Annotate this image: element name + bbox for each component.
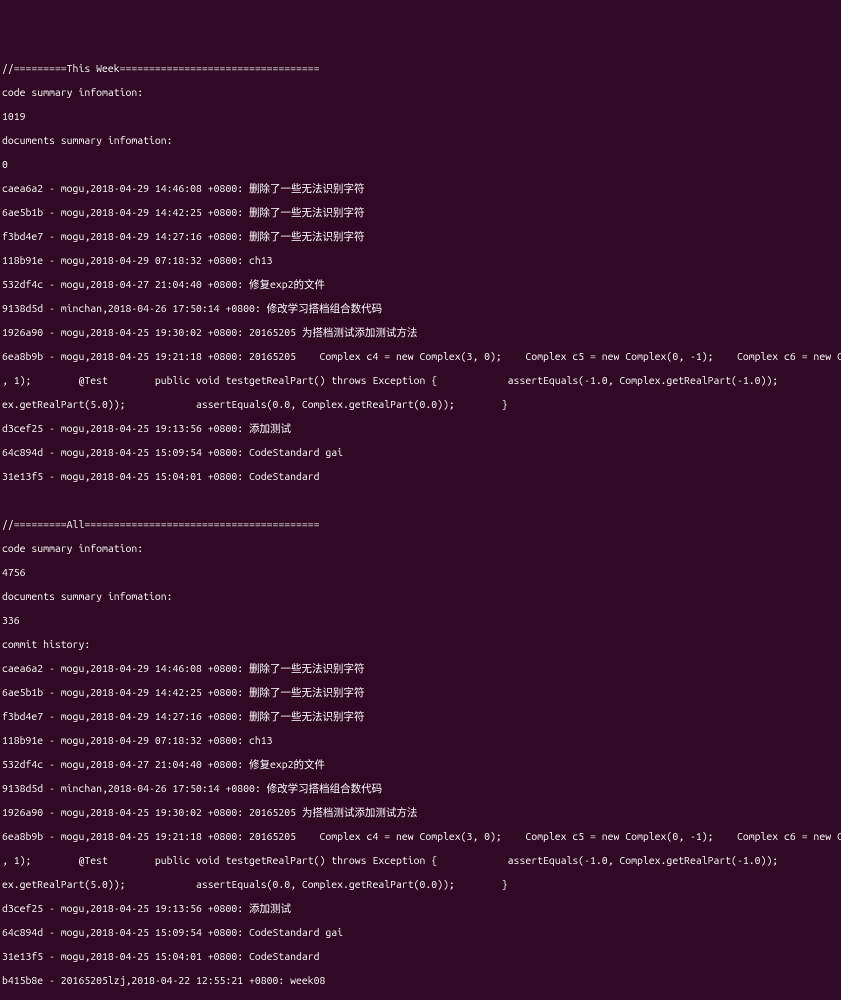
commit-line: 6ea8b9b - mogu,2018-04-25 19:21:18 +0800… bbox=[2, 830, 839, 842]
section-header-all: //=========All==========================… bbox=[2, 518, 839, 530]
doc-summary-label: documents summary infomation: bbox=[2, 590, 839, 602]
commit-line: f3bd4e7 - mogu,2018-04-29 14:27:16 +0800… bbox=[2, 230, 839, 242]
commit-line: d3cef25 - mogu,2018-04-25 19:13:56 +0800… bbox=[2, 422, 839, 434]
commit-line: ex.getRealPart(5.0)); assertEquals(0.0, … bbox=[2, 878, 839, 890]
doc-summary-value: 336 bbox=[2, 614, 839, 626]
commit-line: 118b91e - mogu,2018-04-29 07:18:32 +0800… bbox=[2, 254, 839, 266]
commit-line: b415b8e - 20165205lzj,2018-04-22 12:55:2… bbox=[2, 974, 839, 986]
code-summary-value: 4756 bbox=[2, 566, 839, 578]
commit-line: ex.getRealPart(5.0)); assertEquals(0.0, … bbox=[2, 398, 839, 410]
terminal-output: //=========This Week====================… bbox=[2, 50, 839, 1000]
commit-line: 6ae5b1b - mogu,2018-04-29 14:42:25 +0800… bbox=[2, 206, 839, 218]
commit-line: 6ea8b9b - mogu,2018-04-25 19:21:18 +0800… bbox=[2, 350, 839, 362]
commit-line: caea6a2 - mogu,2018-04-29 14:46:08 +0800… bbox=[2, 662, 839, 674]
commit-line: d3cef25 - mogu,2018-04-25 19:13:56 +0800… bbox=[2, 902, 839, 914]
doc-summary-label: documents summary infomation: bbox=[2, 134, 839, 146]
commit-line: 1926a90 - mogu,2018-04-25 19:30:02 +0800… bbox=[2, 806, 839, 818]
commit-line: 9138d5d - minchan,2018-04-26 17:50:14 +0… bbox=[2, 302, 839, 314]
commit-line: f60c1b0 - 20165205lzj,2018-04-13 09:18:3… bbox=[2, 998, 839, 1000]
code-summary-value: 1019 bbox=[2, 110, 839, 122]
commit-line: , 1); @Test public void testgetRealPart(… bbox=[2, 854, 839, 866]
commit-line: 118b91e - mogu,2018-04-29 07:18:32 +0800… bbox=[2, 734, 839, 746]
commit-line: caea6a2 - mogu,2018-04-29 14:46:08 +0800… bbox=[2, 182, 839, 194]
commit-line: 64c894d - mogu,2018-04-25 15:09:54 +0800… bbox=[2, 446, 839, 458]
doc-summary-value: 0 bbox=[2, 158, 839, 170]
commit-line: 1926a90 - mogu,2018-04-25 19:30:02 +0800… bbox=[2, 326, 839, 338]
commit-line: 532df4c - mogu,2018-04-27 21:04:40 +0800… bbox=[2, 278, 839, 290]
commit-history-label: commit history: bbox=[2, 638, 839, 650]
code-summary-label: code summary infomation: bbox=[2, 86, 839, 98]
commit-line: 6ae5b1b - mogu,2018-04-29 14:42:25 +0800… bbox=[2, 686, 839, 698]
commit-line: 9138d5d - minchan,2018-04-26 17:50:14 +0… bbox=[2, 782, 839, 794]
commit-line: f3bd4e7 - mogu,2018-04-29 14:27:16 +0800… bbox=[2, 710, 839, 722]
commit-line: 532df4c - mogu,2018-04-27 21:04:40 +0800… bbox=[2, 758, 839, 770]
commit-line: 31e13f5 - mogu,2018-04-25 15:04:01 +0800… bbox=[2, 470, 839, 482]
commit-line: 64c894d - mogu,2018-04-25 15:09:54 +0800… bbox=[2, 926, 839, 938]
code-summary-label: code summary infomation: bbox=[2, 542, 839, 554]
commit-line: 31e13f5 - mogu,2018-04-25 15:04:01 +0800… bbox=[2, 950, 839, 962]
commit-line: , 1); @Test public void testgetRealPart(… bbox=[2, 374, 839, 386]
section-header-this-week: //=========This Week====================… bbox=[2, 62, 839, 74]
